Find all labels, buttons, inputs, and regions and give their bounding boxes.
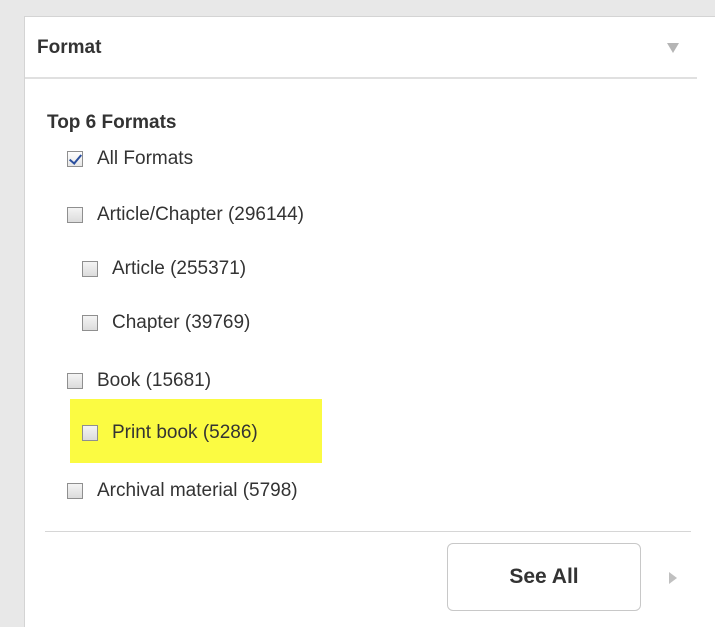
facet-header[interactable]: Format: [25, 17, 697, 79]
see-all-button[interactable]: See All: [447, 543, 641, 611]
option-label: Chapter (39769): [112, 312, 251, 333]
option-label: Article (255371): [112, 258, 247, 279]
option-label: Book (15681): [97, 370, 212, 391]
checkbox[interactable]: [82, 425, 98, 441]
option-label: Archival material (5798): [97, 480, 298, 501]
facet-title: Format: [37, 37, 102, 58]
option-article[interactable]: Article (255371): [82, 257, 246, 281]
option-label: Article/Chapter (296144): [97, 204, 304, 225]
option-all-formats[interactable]: All Formats: [67, 147, 193, 171]
next-triangle-icon[interactable]: [669, 572, 677, 584]
option-archival-material[interactable]: Archival material (5798): [67, 479, 298, 503]
checkbox[interactable]: [82, 315, 98, 331]
option-label: Print book (5286): [112, 422, 258, 443]
format-facet-panel: Format Top 6 Formats All Formats Article…: [24, 16, 715, 627]
checkbox-checked[interactable]: [67, 151, 83, 167]
option-book[interactable]: Book (15681): [67, 369, 211, 393]
option-article-chapter[interactable]: Article/Chapter (296144): [67, 203, 304, 227]
checkbox[interactable]: [67, 483, 83, 499]
divider: [45, 531, 691, 532]
collapse-triangle-icon[interactable]: [667, 43, 679, 53]
checkmark-icon: [68, 151, 83, 165]
option-print-book[interactable]: Print book (5286): [82, 421, 258, 445]
option-label: All Formats: [97, 148, 194, 169]
checkbox[interactable]: [67, 207, 83, 223]
checkbox[interactable]: [67, 373, 83, 389]
section-title: Top 6 Formats: [47, 112, 177, 133]
option-chapter[interactable]: Chapter (39769): [82, 311, 250, 335]
checkbox[interactable]: [82, 261, 98, 277]
